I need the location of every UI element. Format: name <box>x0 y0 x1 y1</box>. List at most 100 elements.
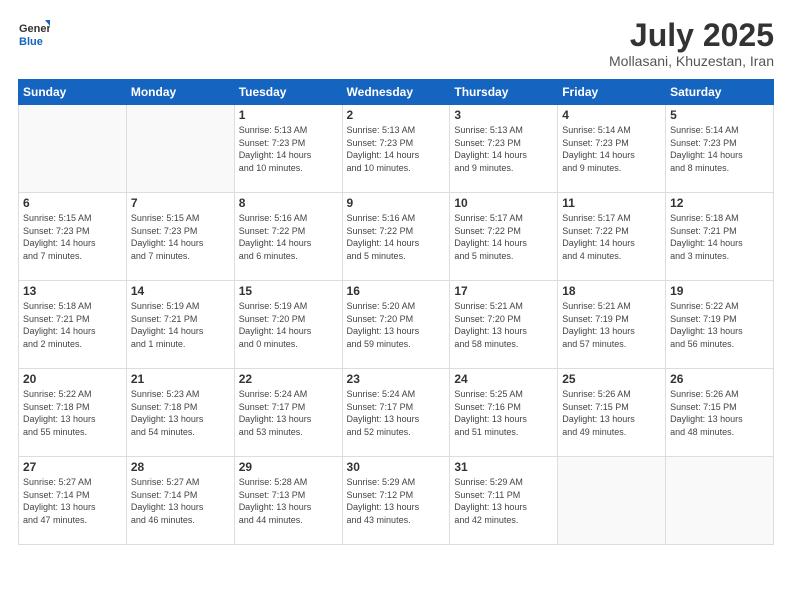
day-number: 5 <box>670 108 769 122</box>
day-info: Sunrise: 5:19 AM Sunset: 7:21 PM Dayligh… <box>131 300 230 350</box>
day-number: 6 <box>23 196 122 210</box>
day-number: 13 <box>23 284 122 298</box>
day-info: Sunrise: 5:13 AM Sunset: 7:23 PM Dayligh… <box>239 124 338 174</box>
day-number: 22 <box>239 372 338 386</box>
day-info: Sunrise: 5:14 AM Sunset: 7:23 PM Dayligh… <box>562 124 661 174</box>
day-info: Sunrise: 5:15 AM Sunset: 7:23 PM Dayligh… <box>131 212 230 262</box>
main-title: July 2025 <box>609 18 774 53</box>
day-info: Sunrise: 5:13 AM Sunset: 7:23 PM Dayligh… <box>347 124 446 174</box>
day-cell: 24Sunrise: 5:25 AM Sunset: 7:16 PM Dayli… <box>450 369 558 457</box>
day-header-monday: Monday <box>126 80 234 105</box>
day-number: 4 <box>562 108 661 122</box>
day-number: 21 <box>131 372 230 386</box>
day-number: 15 <box>239 284 338 298</box>
day-header-saturday: Saturday <box>666 80 774 105</box>
day-header-wednesday: Wednesday <box>342 80 450 105</box>
day-info: Sunrise: 5:23 AM Sunset: 7:18 PM Dayligh… <box>131 388 230 438</box>
day-header-tuesday: Tuesday <box>234 80 342 105</box>
day-cell: 29 Sunrise: 5:28 AM Sunset: 7:13 PM Dayli… <box>234 457 342 545</box>
day-number: 19 <box>670 284 769 298</box>
day-info: Sunrise: 5:17 AM Sunset: 7:22 PM Dayligh… <box>454 212 553 262</box>
subtitle: Mollasani, Khuzestan, Iran <box>609 53 774 69</box>
logo: General Blue <box>18 18 50 50</box>
day-info: Sunrise: 5:16 AM Sunset: 7:22 PM Dayligh… <box>347 212 446 262</box>
header: General Blue July 2025 Mollasani, Khuzes… <box>18 18 774 69</box>
day-cell <box>666 457 774 545</box>
day-info: Sunrise: 5:22 AM Sunset: 7:18 PM Dayligh… <box>23 388 122 438</box>
day-cell: 26 Sunrise: 5:26 AM Sunset: 7:15 PM Dayli… <box>666 369 774 457</box>
day-cell: 25 Sunrise: 5:26 AM Sunset: 7:15 PM Dayli… <box>558 369 666 457</box>
calendar-table: SundayMondayTuesdayWednesdayThursdayFrid… <box>18 79 774 545</box>
day-info: Sunrise: 5:18 AM Sunset: 7:21 PM Dayligh… <box>670 212 769 262</box>
day-number: 8 <box>239 196 338 210</box>
day-number: 2 <box>347 108 446 122</box>
day-number: 9 <box>347 196 446 210</box>
day-number: 20 <box>23 372 122 386</box>
day-cell <box>19 105 127 193</box>
day-cell: 18 Sunrise: 5:21 AM Sunset: 7:19 PM Dayli… <box>558 281 666 369</box>
day-number: 18 <box>562 284 661 298</box>
day-number: 7 <box>131 196 230 210</box>
day-info: Sunrise: 5:17 AM Sunset: 7:22 PM Dayligh… <box>562 212 661 262</box>
day-cell: 3Sunrise: 5:13 AM Sunset: 7:23 PM Daylig… <box>450 105 558 193</box>
day-number: 17 <box>454 284 553 298</box>
day-cell: 27 Sunrise: 5:27 AM Sunset: 7:14 PM Dayli… <box>19 457 127 545</box>
day-cell: 22 Sunrise: 5:24 AM Sunset: 7:17 PM Dayli… <box>234 369 342 457</box>
svg-text:Blue: Blue <box>19 36 43 48</box>
day-number: 16 <box>347 284 446 298</box>
day-cell: 14 Sunrise: 5:19 AM Sunset: 7:21 PM Dayli… <box>126 281 234 369</box>
day-info: Sunrise: 5:25 AM Sunset: 7:16 PM Dayligh… <box>454 388 553 438</box>
day-info: Sunrise: 5:15 AM Sunset: 7:23 PM Dayligh… <box>23 212 122 262</box>
day-number: 29 <box>239 460 338 474</box>
day-info: Sunrise: 5:26 AM Sunset: 7:15 PM Dayligh… <box>562 388 661 438</box>
day-number: 31 <box>454 460 553 474</box>
day-info: Sunrise: 5:13 AM Sunset: 7:23 PM Dayligh… <box>454 124 553 174</box>
svg-text:General: General <box>19 23 50 35</box>
day-cell: 30 Sunrise: 5:29 AM Sunset: 7:12 PM Dayli… <box>342 457 450 545</box>
day-info: Sunrise: 5:20 AM Sunset: 7:20 PM Dayligh… <box>347 300 446 350</box>
day-number: 11 <box>562 196 661 210</box>
day-info: Sunrise: 5:29 AM Sunset: 7:12 PM Dayligh… <box>347 476 446 526</box>
day-number: 26 <box>670 372 769 386</box>
day-cell: 9 Sunrise: 5:16 AM Sunset: 7:22 PM Daylig… <box>342 193 450 281</box>
day-info: Sunrise: 5:21 AM Sunset: 7:20 PM Dayligh… <box>454 300 553 350</box>
day-info: Sunrise: 5:21 AM Sunset: 7:19 PM Dayligh… <box>562 300 661 350</box>
day-info: Sunrise: 5:27 AM Sunset: 7:14 PM Dayligh… <box>131 476 230 526</box>
day-info: Sunrise: 5:24 AM Sunset: 7:17 PM Dayligh… <box>239 388 338 438</box>
day-number: 10 <box>454 196 553 210</box>
day-cell: 21 Sunrise: 5:23 AM Sunset: 7:18 PM Dayli… <box>126 369 234 457</box>
day-cell: 10 Sunrise: 5:17 AM Sunset: 7:22 PM Dayli… <box>450 193 558 281</box>
day-cell: 2 Sunrise: 5:13 AM Sunset: 7:23 PM Daylig… <box>342 105 450 193</box>
day-info: Sunrise: 5:18 AM Sunset: 7:21 PM Dayligh… <box>23 300 122 350</box>
day-header-friday: Friday <box>558 80 666 105</box>
day-cell: 19Sunrise: 5:22 AM Sunset: 7:19 PM Dayli… <box>666 281 774 369</box>
day-number: 27 <box>23 460 122 474</box>
day-cell <box>558 457 666 545</box>
day-cell: 1Sunrise: 5:13 AM Sunset: 7:23 PM Daylig… <box>234 105 342 193</box>
day-number: 28 <box>131 460 230 474</box>
day-info: Sunrise: 5:27 AM Sunset: 7:14 PM Dayligh… <box>23 476 122 526</box>
title-block: July 2025 Mollasani, Khuzestan, Iran <box>609 18 774 69</box>
day-cell: 8Sunrise: 5:16 AM Sunset: 7:22 PM Daylig… <box>234 193 342 281</box>
day-cell: 20 Sunrise: 5:22 AM Sunset: 7:18 PM Dayli… <box>19 369 127 457</box>
day-number: 25 <box>562 372 661 386</box>
day-cell: 6 Sunrise: 5:15 AM Sunset: 7:23 PM Daylig… <box>19 193 127 281</box>
day-cell: 31 Sunrise: 5:29 AM Sunset: 7:11 PM Dayli… <box>450 457 558 545</box>
day-cell <box>126 105 234 193</box>
day-cell: 11 Sunrise: 5:17 AM Sunset: 7:22 PM Dayli… <box>558 193 666 281</box>
day-cell: 7 Sunrise: 5:15 AM Sunset: 7:23 PM Daylig… <box>126 193 234 281</box>
day-info: Sunrise: 5:26 AM Sunset: 7:15 PM Dayligh… <box>670 388 769 438</box>
day-info: Sunrise: 5:28 AM Sunset: 7:13 PM Dayligh… <box>239 476 338 526</box>
day-number: 30 <box>347 460 446 474</box>
day-cell: 15 Sunrise: 5:19 AM Sunset: 7:20 PM Dayli… <box>234 281 342 369</box>
day-cell: 12Sunrise: 5:18 AM Sunset: 7:21 PM Dayli… <box>666 193 774 281</box>
day-info: Sunrise: 5:24 AM Sunset: 7:17 PM Dayligh… <box>347 388 446 438</box>
day-cell: 17 Sunrise: 5:21 AM Sunset: 7:20 PM Dayli… <box>450 281 558 369</box>
day-cell: 16 Sunrise: 5:20 AM Sunset: 7:20 PM Dayli… <box>342 281 450 369</box>
day-header-sunday: Sunday <box>19 80 127 105</box>
logo-svg: General Blue <box>18 18 50 50</box>
day-number: 23 <box>347 372 446 386</box>
day-info: Sunrise: 5:29 AM Sunset: 7:11 PM Dayligh… <box>454 476 553 526</box>
day-number: 14 <box>131 284 230 298</box>
day-info: Sunrise: 5:19 AM Sunset: 7:20 PM Dayligh… <box>239 300 338 350</box>
